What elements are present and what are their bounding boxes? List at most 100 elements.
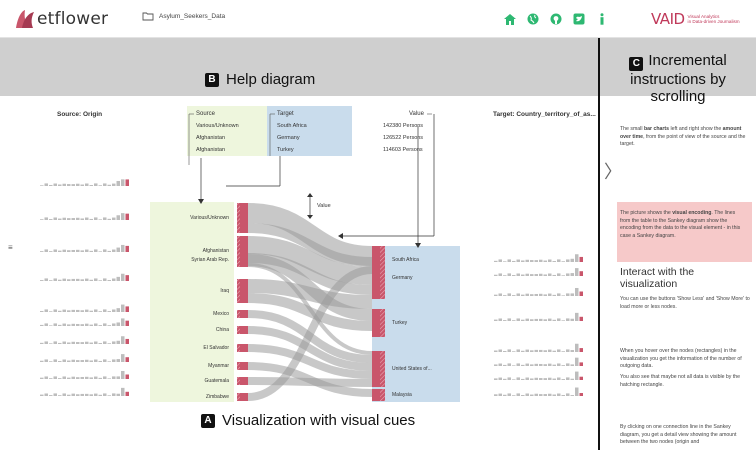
bar: [494, 378, 498, 380]
small-bar-chart[interactable]: [494, 268, 583, 276]
bar: [107, 361, 111, 362]
bar: [40, 280, 44, 281]
bar: [44, 359, 48, 362]
target-node[interactable]: [372, 389, 380, 401]
target-node[interactable]: [372, 257, 380, 299]
source-node[interactable]: [240, 393, 248, 401]
bar: [125, 213, 129, 220]
small-bar-chart[interactable]: [40, 304, 129, 312]
source-node[interactable]: [240, 279, 248, 303]
bar: [530, 394, 534, 396]
bar: [44, 323, 48, 326]
source-node[interactable]: [240, 310, 248, 318]
source-node-label: Various/Unknown: [190, 215, 229, 221]
bar: [85, 376, 89, 379]
target-node[interactable]: [372, 309, 380, 337]
bar: [498, 363, 502, 366]
small-bar-chart[interactable]: [40, 370, 129, 379]
source-node[interactable]: [240, 344, 248, 352]
bar: [503, 364, 507, 366]
bar: [89, 342, 93, 344]
bar: [548, 293, 552, 296]
bar: [494, 350, 498, 352]
source-node[interactable]: [240, 377, 248, 385]
small-bar-chart[interactable]: [494, 343, 583, 352]
valid-logo[interactable]: VAID Visual Analytics in Data-driven Jou…: [651, 10, 740, 28]
bar: [534, 377, 538, 380]
twitter-icon[interactable]: [571, 11, 587, 27]
dataset-selector[interactable]: Asylum_Seekers_Data: [142, 11, 225, 21]
bar: [80, 393, 84, 396]
bar: [98, 394, 102, 396]
bar: [539, 378, 543, 380]
small-bar-chart[interactable]: [494, 371, 583, 380]
target-node[interactable]: [372, 351, 380, 387]
bar: [58, 250, 62, 252]
small-bar-chart[interactable]: [494, 254, 583, 262]
bar: [512, 379, 516, 380]
bar: [125, 374, 129, 379]
bar: [80, 342, 84, 344]
globe-icon[interactable]: [525, 11, 541, 27]
bar: [107, 395, 111, 396]
bar: [107, 311, 111, 312]
small-bar-chart[interactable]: [40, 273, 129, 281]
small-bar-chart[interactable]: [40, 354, 129, 362]
small-bar-chart[interactable]: [494, 312, 583, 321]
small-bar-chart[interactable]: [40, 318, 129, 326]
small-bar-chart[interactable]: [40, 213, 129, 220]
small-bar-chart[interactable]: [494, 357, 583, 366]
bar: [534, 393, 538, 396]
info-icon[interactable]: [594, 11, 610, 27]
instructions-title: C Incremental instructions by scrolling: [629, 52, 727, 105]
bar: [125, 275, 129, 281]
bar: [40, 251, 44, 252]
small-bar-chart[interactable]: [40, 387, 129, 396]
bar: [58, 361, 62, 362]
small-bar-chart[interactable]: [40, 179, 129, 186]
bar: [85, 323, 89, 326]
bar: [94, 217, 98, 220]
bar: [112, 359, 116, 362]
source-node-label: Myanmar: [208, 363, 229, 369]
bar: [85, 217, 89, 220]
bar: [503, 378, 507, 380]
sankey-link[interactable]: [247, 377, 373, 387]
bar: [512, 365, 516, 366]
bar: [40, 219, 44, 220]
bar: [575, 268, 579, 276]
small-bar-chart[interactable]: [40, 244, 129, 252]
netflower-logo[interactable]: etflower: [14, 8, 108, 30]
small-bar-chart[interactable]: [40, 336, 129, 344]
bar: [503, 320, 507, 321]
bar: [67, 279, 71, 281]
small-bar-chart[interactable]: [494, 387, 583, 396]
home-icon[interactable]: [502, 11, 518, 27]
bar: [49, 325, 53, 326]
source-node[interactable]: [240, 253, 248, 267]
bar: [525, 393, 529, 396]
bar: [543, 294, 547, 296]
folder-icon: [142, 12, 154, 21]
bar: [71, 218, 75, 220]
instructions-panel[interactable]: C Incremental instructions by scrolling T…: [598, 38, 756, 450]
bar: [575, 312, 579, 321]
github-icon[interactable]: [548, 11, 564, 27]
bar: [89, 394, 93, 396]
bar: [85, 359, 89, 362]
small-bar-chart[interactable]: [494, 287, 583, 296]
chevron-right-icon[interactable]: 〉: [604, 158, 622, 184]
bar: [543, 274, 547, 276]
bar: [98, 251, 102, 252]
bar: [570, 364, 574, 366]
source-node[interactable]: [240, 203, 248, 233]
source-node[interactable]: [240, 362, 248, 370]
bar: [125, 391, 129, 396]
bar: [521, 319, 525, 321]
bar: [107, 325, 111, 326]
bar: [557, 293, 561, 296]
bar: [112, 393, 116, 396]
bar: [494, 364, 498, 366]
source-node[interactable]: [240, 326, 248, 334]
bar: [557, 349, 561, 352]
